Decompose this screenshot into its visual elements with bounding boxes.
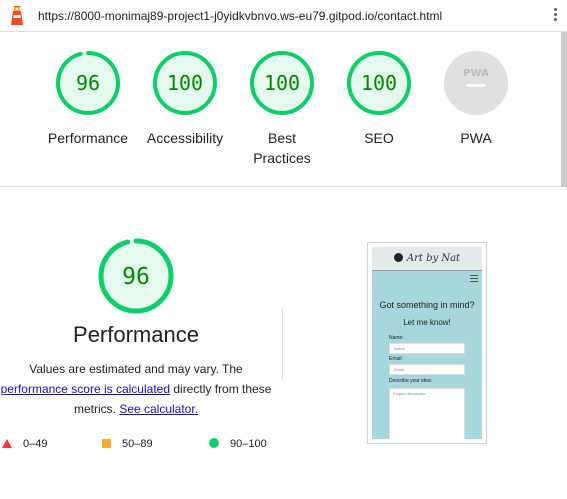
pwa-badge-text: PWA [463,68,489,79]
gauge-accessibility[interactable]: 100 Accessibility [135,50,235,148]
legend-pass: 90–100 [209,438,267,452]
gauge-label: Accessibility [146,130,224,146]
scrollbar[interactable] [561,32,567,499]
legend-average: 50–89 [102,438,153,452]
score-calculated-link[interactable]: performance score is calculated [1,382,170,396]
gauge-pwa[interactable]: PWA PWA [426,50,526,148]
screenshot-page: Art by Nat Got something in mind? Let me… [372,247,482,439]
score-ring: 100 [347,51,411,115]
gauge-score: 96 [76,71,100,95]
gauge-label: Performance [47,130,129,146]
final-screenshot[interactable]: Art by Nat Got something in mind? Let me… [367,242,487,444]
email-label: Email: [389,356,403,362]
divider [282,308,283,380]
gauge-label: PWA [460,130,492,146]
performance-description: Values are estimated and may vary. The p… [0,362,272,416]
page-url: https://8000-monimaj89-project1-j0yidkvb… [38,9,443,23]
category-gauges: 96 Performance 100 Accessibility 100 Bes… [0,32,561,187]
kebab-menu-icon[interactable] [551,8,559,24]
email-field: Email [389,364,465,375]
performance-title: Performance [73,322,199,347]
gauge-best-practices[interactable]: 100 Best Practices [232,50,332,168]
legend-fail: 0–49 [2,438,47,452]
screenshot-heading: Got something in mind? [379,300,475,310]
idea-label: Describe your idea: [389,378,433,384]
square-icon [102,439,111,448]
gauge-seo[interactable]: 100 SEO [329,50,429,148]
name-label: Name: [389,335,404,341]
lighthouse-topbar: https://8000-monimaj89-project1-j0yidkvb… [0,0,567,32]
gauge-score: 100 [167,71,203,95]
gauge-score: 100 [361,71,397,95]
lighthouse-icon [11,6,23,25]
gauge-score: 100 [264,71,300,95]
circle-icon [209,438,219,448]
screenshot-subheading: Let me know! [403,318,451,327]
screenshot-navbar: Art by Nat [372,247,482,271]
hamburger-icon [470,275,478,282]
gauge-label: Best Practices [253,130,311,166]
score-ring: 96 [56,51,120,115]
pwa-badge-icon: PWA [444,51,508,115]
name-field: Name [389,343,465,354]
performance-score-ring: 96 [98,238,174,314]
gauge-performance[interactable]: 96 Performance [38,50,138,148]
scrollbar-thumb[interactable] [561,32,567,187]
triangle-icon [2,439,12,448]
score-ring: 100 [250,51,314,115]
description-field: Project description [389,388,465,439]
palette-icon [393,253,403,262]
gauge-label: SEO [364,130,394,146]
score-ring: 100 [153,51,217,115]
see-calculator-link[interactable]: See calculator. [119,402,198,416]
performance-score: 96 [122,264,150,290]
